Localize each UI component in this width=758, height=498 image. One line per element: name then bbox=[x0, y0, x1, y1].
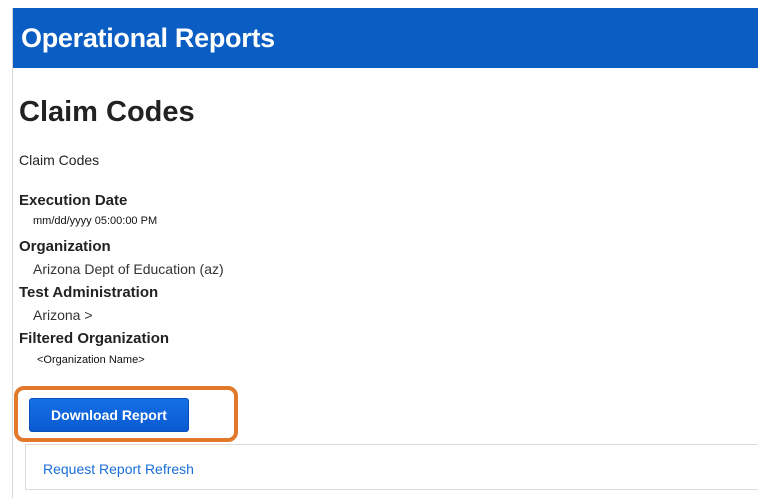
execution-date-label: Execution Date bbox=[19, 192, 128, 209]
organization-label: Organization bbox=[19, 238, 111, 255]
test-administration-value: Arizona > bbox=[33, 307, 93, 323]
download-report-button[interactable]: Download Report bbox=[29, 398, 189, 432]
execution-date-value: mm/dd/yyyy 05:00:00 PM bbox=[33, 215, 158, 227]
refresh-section: Request Report Refresh bbox=[25, 444, 758, 490]
filtered-organization-value: <Organization Name> bbox=[37, 354, 145, 366]
filtered-organization-label: Filtered Organization bbox=[19, 330, 170, 347]
report-description: Claim Codes bbox=[19, 152, 100, 168]
header-bar: Operational Reports bbox=[13, 8, 758, 68]
report-panel: Operational Reports Claim Codes Claim Co… bbox=[12, 8, 758, 498]
request-report-refresh-link[interactable]: Request Report Refresh bbox=[43, 461, 194, 477]
page-title: Operational Reports bbox=[21, 23, 275, 53]
report-title: Claim Codes bbox=[19, 96, 195, 128]
test-administration-label: Test Administration bbox=[19, 284, 159, 301]
organization-value: Arizona Dept of Education (az) bbox=[33, 261, 224, 277]
